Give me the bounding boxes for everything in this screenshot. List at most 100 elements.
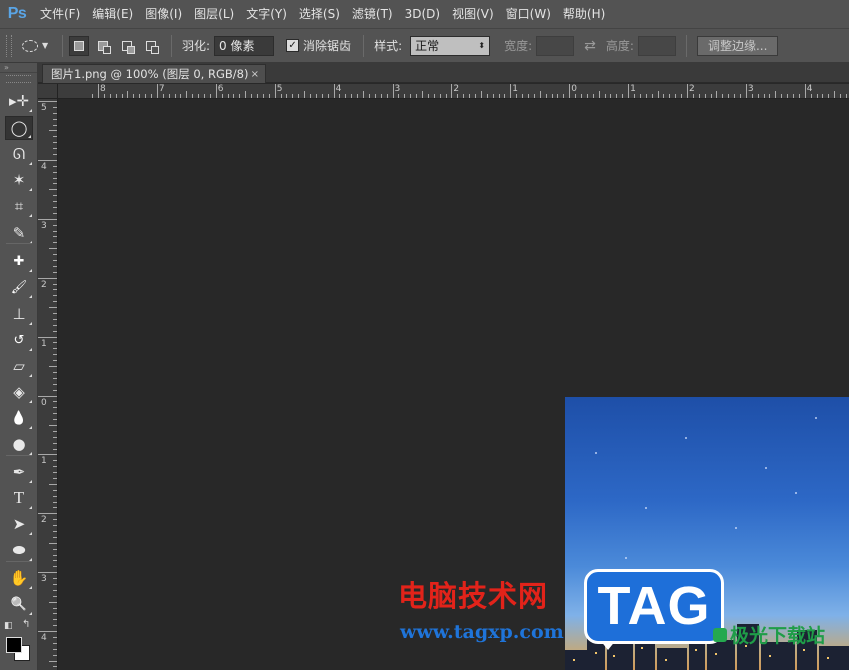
- crop-tool[interactable]: ⌗: [5, 194, 33, 218]
- tool-group-indicator: [29, 188, 32, 191]
- elliptical-marquee-icon: ◯: [10, 119, 28, 137]
- tool-preset-picker[interactable]: ▼: [22, 39, 56, 52]
- eyedropper-icon: ✎: [12, 224, 26, 242]
- close-icon[interactable]: ×: [251, 69, 259, 80]
- ruler-label: 3: [41, 574, 47, 585]
- ellipse-shape-tool[interactable]: ⬬: [5, 538, 33, 562]
- menu-item-8[interactable]: 视图(V): [446, 0, 500, 28]
- menu-item-1[interactable]: 编辑(E): [86, 0, 139, 28]
- watermark-site: 极光下载站: [730, 625, 826, 647]
- ruler-label: 2: [453, 84, 460, 94]
- subtract-from-selection-button[interactable]: [117, 36, 137, 56]
- toolbox-collapse-icon[interactable]: »: [0, 63, 37, 73]
- eraser-tool[interactable]: ▱: [5, 354, 33, 378]
- options-bar: ▼ 羽化: 0 像素 ✓ 消除锯齿 样式: 正常 ⬍ 宽度: ⇄ 高度: 调整边…: [0, 28, 849, 63]
- divider: [363, 34, 365, 57]
- tool-group-indicator: [29, 109, 32, 112]
- zoom-icon: 🔍: [10, 596, 28, 612]
- width-input[interactable]: [536, 35, 575, 56]
- default-colors-icon[interactable]: ◧: [4, 621, 13, 631]
- dodge-tool[interactable]: ●: [5, 432, 33, 456]
- tool-group-indicator: [29, 214, 32, 217]
- document-tab-title: 图片1.png @ 100% (图层 0, RGB/8): [51, 67, 249, 81]
- menu-item-5[interactable]: 选择(S): [293, 0, 346, 28]
- antialias-checkbox[interactable]: ✓: [286, 39, 300, 52]
- magic-wand-tool[interactable]: ✶: [5, 168, 33, 192]
- add-to-selection-button[interactable]: [93, 36, 113, 56]
- style-select-value: 正常: [415, 38, 440, 53]
- star: [625, 557, 627, 559]
- window-light: [827, 657, 829, 659]
- swap-colors-icon[interactable]: ↰: [22, 619, 30, 630]
- ellipse-shape-icon: ⬬: [12, 541, 26, 559]
- hand-tool[interactable]: ✋: [5, 566, 33, 590]
- star: [595, 452, 597, 454]
- toolbox-grip[interactable]: [6, 75, 31, 83]
- tool-group-indicator: [29, 480, 32, 483]
- building: [657, 648, 687, 670]
- swap-dimensions-icon[interactable]: ⇄: [584, 38, 596, 54]
- refine-edge-button[interactable]: 调整边缘...: [696, 35, 779, 56]
- ruler-origin[interactable]: [38, 84, 58, 99]
- tool-group-indicator: [29, 532, 32, 535]
- menu-item-9[interactable]: 窗口(W): [500, 0, 557, 28]
- lasso-tool[interactable]: ᘏ: [5, 142, 33, 166]
- healing-brush-tool[interactable]: ✚: [5, 249, 33, 273]
- history-brush-tool[interactable]: ↺: [5, 328, 33, 352]
- tool-group-indicator: [29, 400, 32, 403]
- intersect-selection-button[interactable]: [141, 36, 161, 56]
- window-light: [769, 655, 771, 657]
- ruler-label: 0: [41, 397, 47, 408]
- ruler-label: 4: [41, 633, 47, 644]
- blur-tool[interactable]: 💧: [5, 406, 33, 430]
- tool-group-indicator: [29, 612, 32, 615]
- antialias-option[interactable]: ✓ 消除锯齿: [286, 37, 351, 54]
- tool-group-indicator: [29, 348, 32, 351]
- window-light: [665, 659, 667, 661]
- window-light: [613, 655, 615, 657]
- lasso-icon: ᘏ: [12, 145, 26, 163]
- options-bar-grip[interactable]: [6, 34, 12, 57]
- menu-item-7[interactable]: 3D(D): [399, 0, 446, 28]
- menu-item-3[interactable]: 图层(L): [188, 0, 240, 28]
- ruler-label: 0: [571, 84, 577, 94]
- ruler-label: 5: [41, 103, 47, 113]
- menu-item-6[interactable]: 滤镜(T): [346, 0, 399, 28]
- new-selection-button[interactable]: [69, 35, 89, 56]
- toolbox-divider: [6, 561, 32, 562]
- ruler-label: 7: [158, 84, 165, 94]
- ruler-label: 2: [689, 84, 695, 94]
- height-input[interactable]: [637, 35, 676, 56]
- feather-input[interactable]: 0 像素: [214, 35, 275, 56]
- tool-group-indicator: [29, 162, 32, 165]
- ruler-label: 4: [806, 84, 813, 94]
- zoom-tool[interactable]: 🔍: [5, 592, 33, 616]
- vertical-ruler[interactable]: 5 4 3 2 1 0 1 2 3 4: [38, 99, 58, 670]
- menu-item-0[interactable]: 文件(F): [34, 0, 86, 28]
- brush-tool[interactable]: 🖌: [5, 275, 33, 299]
- paint-bucket-tool[interactable]: ◈: [5, 380, 33, 404]
- pen-tool[interactable]: ✒: [5, 460, 33, 484]
- elliptical-marquee-tool[interactable]: ◯: [5, 116, 33, 140]
- ruler-label: 3: [41, 220, 47, 231]
- menu-item-10[interactable]: 帮助(H): [557, 0, 611, 28]
- type-icon: T: [13, 488, 25, 507]
- divider: [171, 34, 172, 57]
- horizontal-ruler[interactable]: 8 7 6 5 4 3 2 1 0 1 2 3 4: [58, 84, 849, 99]
- type-tool[interactable]: T: [5, 486, 33, 510]
- antialias-label: 消除锯齿: [303, 39, 352, 53]
- move-tool[interactable]: ▸✛: [5, 89, 33, 113]
- watermark-url: www.tagxp.com: [400, 621, 564, 643]
- ruler-label: 1: [41, 338, 47, 349]
- menu-item-4[interactable]: 文字(Y): [240, 0, 293, 28]
- menu-item-2[interactable]: 图像(I): [139, 0, 188, 28]
- path-selection-tool[interactable]: ➤: [5, 512, 33, 536]
- foreground-color-swatch[interactable]: [6, 637, 22, 653]
- eyedropper-tool[interactable]: ✎: [5, 221, 33, 245]
- clone-stamp-tool[interactable]: ⊥: [5, 302, 33, 326]
- document-tab[interactable]: 图片1.png @ 100% (图层 0, RGB/8) ×: [42, 64, 266, 83]
- star: [685, 437, 687, 439]
- window-light: [573, 659, 575, 661]
- photoshop-logo: Ps: [7, 5, 27, 22]
- style-select[interactable]: 正常 ⬍: [410, 35, 491, 56]
